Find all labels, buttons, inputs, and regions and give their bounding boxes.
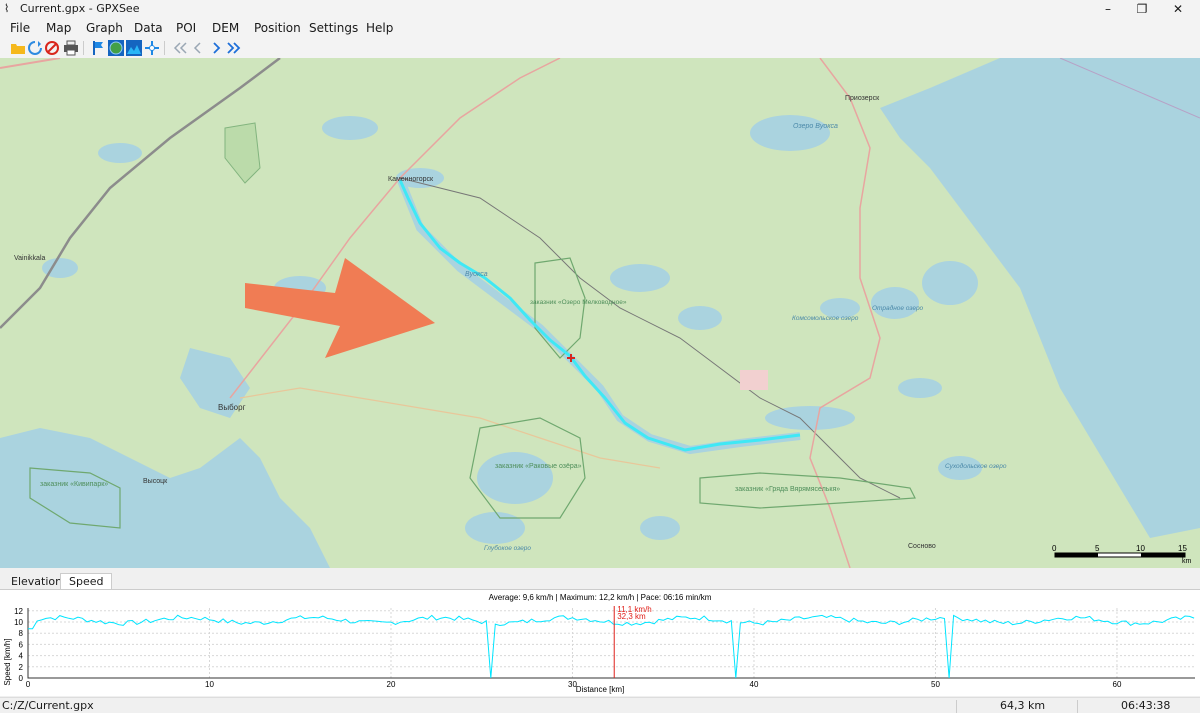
status-time: 06:43:38 [1121,699,1171,712]
graph-icon[interactable] [126,40,142,56]
menu-data[interactable]: Data [134,21,163,35]
label-kivipark: заказник «Кивипарк» [40,481,108,488]
map-globe-icon[interactable] [108,40,124,56]
reload-icon[interactable] [27,40,43,56]
map-canvas[interactable]: Каменногорск Приозерск Озеро Вуокса Вуок… [0,58,1200,568]
toolbar [0,38,1200,58]
tab-speed[interactable]: Speed [60,573,113,590]
speed-graph-canvas[interactable]: Average: 9,6 km/h | Maximum: 12,2 km/h |… [0,590,1200,697]
menu-position[interactable]: Position [254,21,301,35]
label-vyborg: Выборг [218,403,246,412]
label-kamennogorsk: Каменногорск [388,176,434,183]
speed-graph[interactable]: Average: 9,6 km/h | Maximum: 12,2 km/h |… [0,589,1200,696]
label-vuoksa-lake: Озеро Вуокса [793,123,838,130]
menu-help[interactable]: Help [366,21,393,35]
label-priozersk: Приозерск [845,95,880,102]
menu-graph[interactable]: Graph [86,21,123,35]
app-icon: ⌇ [4,2,10,15]
label-vainikkala: Vainikkala [14,255,45,262]
graph-xlabel: Distance [km] [576,685,624,694]
x-tick-label: 0 [26,680,31,689]
scale-tick: 15 [1178,544,1187,553]
lake [477,452,553,504]
x-tick-label: 40 [750,680,759,689]
lake [765,406,855,430]
lake [465,512,525,544]
lake [750,115,830,151]
y-tick-label: 12 [14,607,23,616]
close-window-button[interactable]: ✕ [1158,0,1198,18]
label-otradnoe: Отрадное озеро [872,304,924,312]
lake [98,143,142,163]
marker-distance-label: 32,3 km [617,612,646,621]
label-sosnovo: Сосново [908,543,936,550]
next-icon[interactable] [208,40,224,56]
graph-ylabel: Speed [km/h] [3,638,12,685]
menu-file[interactable]: File [10,21,30,35]
menu-poi[interactable]: POI [176,21,196,35]
status-distance: 64,3 km [1000,699,1046,712]
y-tick-label: 8 [19,629,24,638]
y-tick-label: 4 [19,652,24,661]
graph-tabs: Elevation Speed [0,572,1200,590]
y-tick-label: 6 [19,640,24,649]
first-icon[interactable] [172,40,188,56]
y-tick-label: 2 [19,663,24,672]
lake [922,261,978,305]
close-icon[interactable] [44,40,60,56]
x-tick-label: 10 [205,680,214,689]
x-tick-label: 20 [387,680,396,689]
lake [678,306,722,330]
label-vysotsk: Высоцк [143,478,168,485]
speed-line [28,614,1195,679]
menu-settings[interactable]: Settings [309,21,358,35]
label-melkovodnoe: заказник «Озеро Мелководное» [530,299,627,306]
x-tick-label: 30 [568,680,577,689]
y-tick-label: 0 [19,674,24,683]
lake [640,516,680,540]
previous-icon[interactable] [190,40,206,56]
label-sukhodolskoe: Суходольское озеро [945,462,1007,470]
scale-unit: km [1182,558,1192,565]
label-glubokoe: Глубокое озеро [484,544,531,552]
x-tick-label: 50 [931,680,940,689]
poi-flag-icon[interactable] [90,40,106,56]
maximize-button[interactable]: ❐ [1122,0,1162,18]
menu-bar: File Map Graph Data POI DEM Position Set… [0,18,1200,38]
menu-dem[interactable]: DEM [212,21,239,35]
lake [1072,236,1088,280]
print-icon[interactable] [63,40,79,56]
menu-map[interactable]: Map [46,21,71,35]
graph-info: Average: 9,6 km/h | Maximum: 12,2 km/h |… [489,593,712,602]
industrial-area [740,370,768,390]
status-file-path: C:/Z/Current.gpx [2,699,94,712]
label-gryada: заказник «Гряда Вярямяселькя» [735,486,840,493]
status-bar: C:/Z/Current.gpx 64,3 km 06:43:38 [0,697,1200,713]
lake [898,378,942,398]
last-icon[interactable] [226,40,242,56]
x-tick-label: 60 [1113,680,1122,689]
position-icon[interactable] [144,40,160,56]
scale-tick: 10 [1136,544,1145,553]
title-bar: ⌇ Current.gpx - GPXSee – ❐ ✕ [0,0,1200,18]
label-rakovye: заказник «Раковые озёра» [495,463,582,470]
window-title: Current.gpx - GPXSee [20,2,140,15]
open-file-icon[interactable] [10,40,26,56]
label-komsomolskoe: Комсомольское озеро [792,315,859,322]
label-vuoksa: Вуокса [465,271,488,278]
scale-tick: 5 [1095,544,1100,553]
scale-tick: 0 [1052,544,1057,553]
lake [322,116,378,140]
lake [871,287,919,319]
map-view[interactable]: Каменногорск Приозерск Озеро Вуокса Вуок… [0,58,1200,568]
y-tick-label: 10 [14,618,23,627]
lake [610,264,670,292]
